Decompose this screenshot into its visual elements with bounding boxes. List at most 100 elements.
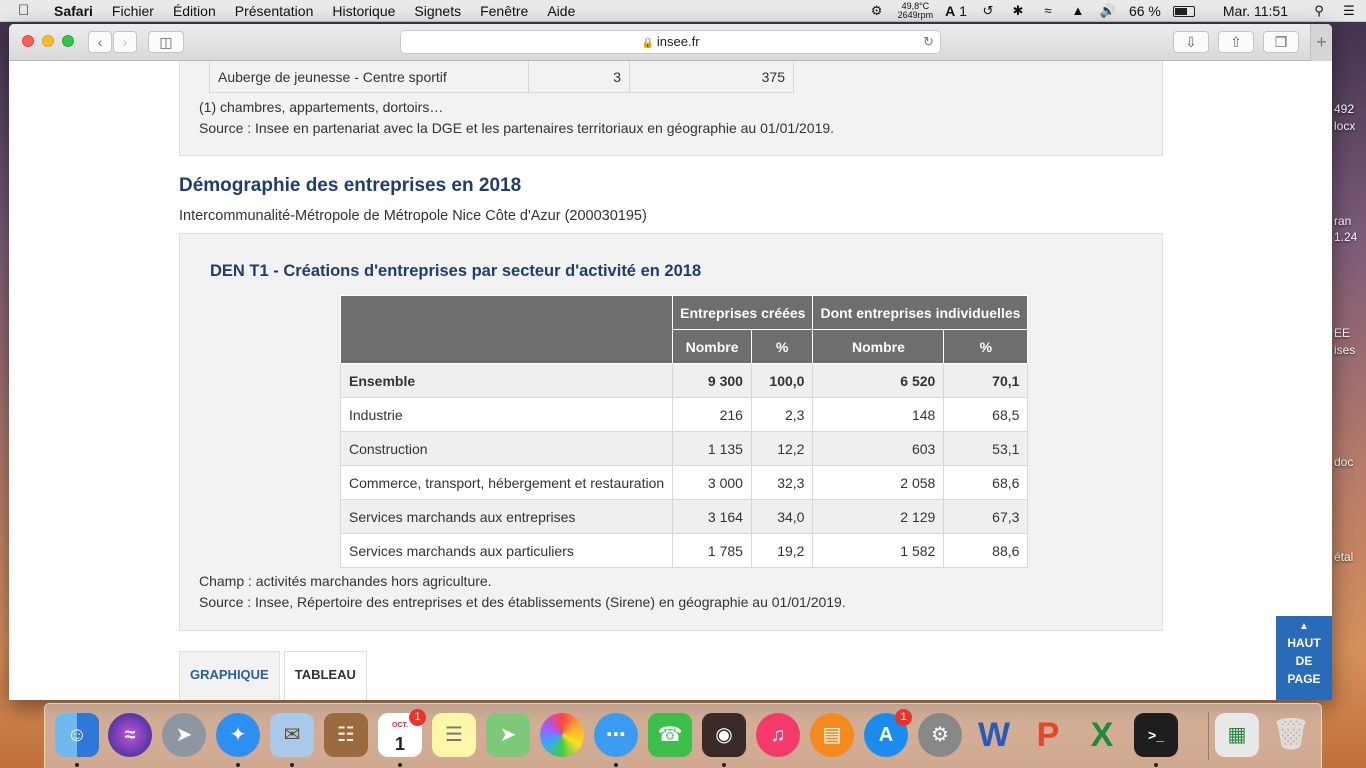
notification-center-icon[interactable]: ☰	[1340, 4, 1358, 18]
desktop-file-label: ran	[1334, 214, 1352, 228]
contacts-icon[interactable]: ☷	[324, 713, 368, 757]
temperature-monitor-icon[interactable]: ⚙	[868, 4, 886, 18]
download-icon: ⇩	[1185, 34, 1197, 50]
minimize-window-button[interactable]	[42, 35, 54, 47]
adobe-status[interactable]: A 1	[945, 3, 967, 19]
menu-signets[interactable]: Signets	[414, 3, 461, 19]
calendar-icon[interactable]: OCT. 1 1	[378, 709, 426, 757]
sidebar-icon: ◫	[159, 34, 173, 50]
section-title: Démographie des entreprises en 2018	[179, 175, 522, 196]
table-cell: 68,6	[943, 465, 1029, 500]
excel-icon[interactable]: X	[1080, 713, 1124, 757]
itunes-icon[interactable]: ♫	[756, 713, 800, 757]
siri-icon[interactable]: ≈	[108, 713, 152, 757]
powerpoint-icon[interactable]: P	[1026, 713, 1070, 757]
previous-table-row: Auberge de jeunesse - Centre sportif 3 3…	[209, 61, 794, 93]
time-machine-icon[interactable]: ↺	[979, 4, 997, 18]
table-header: %	[750, 329, 814, 364]
notes-icon[interactable]: ☰	[432, 713, 476, 757]
back-to-top-label: HAUT	[1287, 636, 1321, 650]
tabs-overview-button[interactable]: ❐	[1263, 31, 1299, 53]
finder-icon[interactable]: ☺	[55, 713, 99, 757]
table-row: Industrie 216 2,3 148 68,5	[339, 397, 1029, 432]
spotlight-search-icon[interactable]: ⚲	[1310, 4, 1328, 18]
desktop-file-label: 492	[1334, 102, 1355, 116]
notification-badge: 1	[409, 709, 426, 726]
forward-button[interactable]: ›	[113, 31, 137, 53]
previous-source: Source : Insee en partenariat avec la DG…	[199, 120, 835, 136]
menu-aide[interactable]: Aide	[547, 3, 575, 19]
plus-icon: +	[1316, 32, 1327, 52]
table-cell: 67,3	[943, 499, 1029, 534]
table-cell: Auberge de jeunesse - Centre sportif	[209, 61, 529, 93]
running-indicator	[1154, 763, 1158, 767]
menu-fichier[interactable]: Fichier	[112, 3, 154, 19]
table-cell: 34,0	[750, 499, 814, 534]
table-cell: 3	[529, 61, 630, 93]
launchpad-icon[interactable]: ➤	[162, 713, 206, 757]
menu-fenetre[interactable]: Fenêtre	[480, 3, 528, 19]
reload-icon[interactable]: ↻	[923, 31, 934, 53]
airplay-icon[interactable]: ▲	[1069, 4, 1087, 18]
apple-menu-icon[interactable]: 	[18, 2, 38, 19]
table-champ-note: Champ : activités marchandes hors agricu…	[199, 573, 492, 589]
word-icon[interactable]: W	[972, 713, 1016, 757]
terminal-icon[interactable]: >_	[1134, 713, 1178, 757]
temperature-readout[interactable]: 49,8°C 2649rpm	[898, 2, 934, 20]
ibooks-icon[interactable]: ▤	[810, 713, 854, 757]
menu-presentation[interactable]: Présentation	[235, 3, 314, 19]
battery-icon[interactable]	[1172, 5, 1195, 17]
url-text: insee.fr	[656, 34, 700, 49]
photo-booth-icon[interactable]: ◉	[702, 713, 746, 757]
app-store-icon[interactable]: A 1	[864, 709, 912, 757]
table-cell: 70,1	[943, 363, 1029, 398]
table-cell: 375	[630, 61, 794, 93]
wifi-icon[interactable]: ≈	[1039, 4, 1057, 18]
table-row: Services marchands aux entreprises 3 164…	[339, 499, 1029, 534]
new-tab-button[interactable]: +	[1310, 24, 1332, 61]
back-to-top-button[interactable]: ▲ HAUT DE PAGE	[1276, 616, 1332, 700]
trash-icon[interactable]: 🗑	[1269, 713, 1313, 757]
zoom-window-button[interactable]	[62, 35, 74, 47]
table-cell: 603	[812, 431, 945, 466]
documents-stack-icon[interactable]: ▦	[1215, 713, 1259, 757]
tab-tableau[interactable]: TABLEAU	[283, 651, 367, 700]
mail-icon[interactable]: ✉	[270, 713, 314, 757]
desktop-file-label: locx	[1334, 119, 1356, 133]
table-cell: 1 785	[672, 533, 752, 568]
table-cell: 100,0	[750, 363, 814, 398]
menu-historique[interactable]: Historique	[332, 3, 395, 19]
menu-edition[interactable]: Édition	[173, 3, 216, 19]
volume-icon[interactable]: 🔊	[1099, 4, 1117, 18]
desktop-file-label: 1.24	[1334, 230, 1358, 244]
dock: ☺ ≈ ➤ ✦ ✉ ☷ OCT. 1 1 ☰ ➤ ⋯ ☎ ◉ ♫ ▤ A 1 ⚙…	[44, 703, 1322, 768]
running-indicator	[290, 763, 294, 767]
share-button[interactable]: ⇧	[1218, 31, 1254, 53]
system-preferences-icon[interactable]: ⚙	[918, 713, 962, 757]
tab-graphique[interactable]: GRAPHIQUE	[179, 651, 280, 700]
facetime-icon[interactable]: ☎	[648, 713, 692, 757]
dock-separator	[1208, 712, 1209, 760]
battery-percent[interactable]: 66 %	[1129, 3, 1161, 19]
maps-icon[interactable]: ➤	[486, 713, 530, 757]
safari-icon[interactable]: ✦	[216, 713, 260, 757]
creations-table: Entreprises créées Dont entreprises indi…	[339, 295, 1029, 568]
clock[interactable]: Mar. 11:51	[1223, 3, 1288, 19]
tabs-icon: ❐	[1274, 34, 1288, 50]
menu-safari[interactable]: Safari	[54, 3, 93, 19]
sidebar-toggle-button[interactable]: ◫	[148, 31, 184, 53]
table-cell: Services marchands aux particuliers	[339, 533, 674, 568]
close-window-button[interactable]	[22, 35, 34, 47]
photos-icon[interactable]	[540, 713, 584, 757]
table-cell: Services marchands aux entreprises	[339, 499, 674, 534]
address-bar[interactable]: 🔒 insee.fr ↻	[400, 30, 941, 54]
running-indicator	[75, 763, 79, 767]
table-cell: 3 000	[672, 465, 752, 500]
downloads-button[interactable]: ⇩	[1173, 31, 1209, 53]
back-button[interactable]: ‹	[88, 31, 112, 53]
section-subtitle: Intercommunalité-Métropole de Métropole …	[179, 208, 647, 224]
messages-icon[interactable]: ⋯	[594, 713, 638, 757]
calendar-day: 1	[394, 734, 405, 754]
table-header: Entreprises créées	[672, 295, 814, 330]
bluetooth-icon[interactable]: ✱	[1009, 4, 1027, 18]
